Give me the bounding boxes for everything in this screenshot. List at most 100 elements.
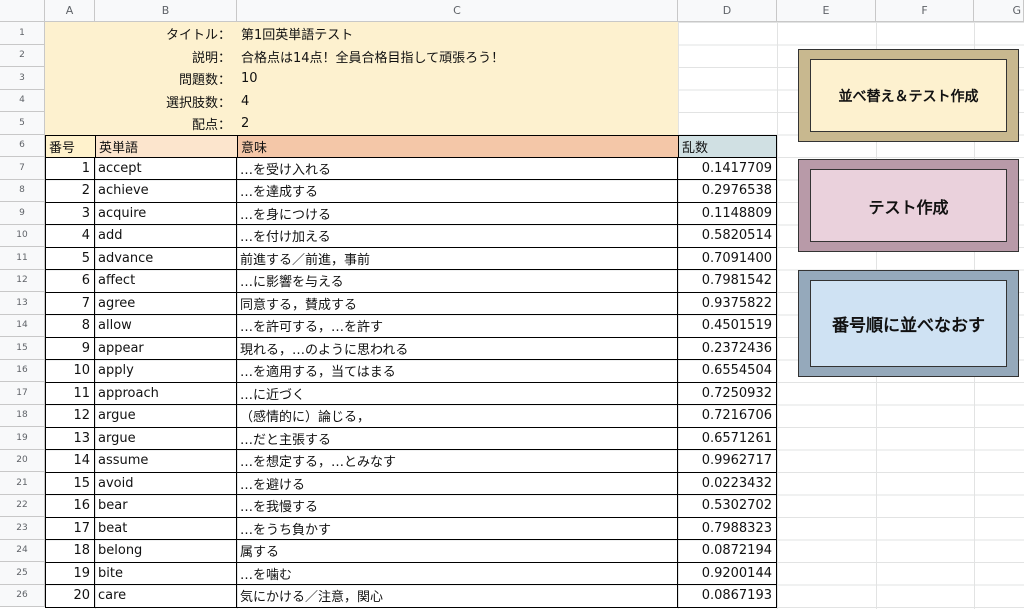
cell-meaning[interactable]: …だと主張する	[237, 427, 678, 450]
row-header[interactable]: 24	[0, 539, 45, 562]
cell-no[interactable]: 15	[45, 472, 95, 495]
row-header[interactable]: 9	[0, 202, 45, 225]
row-header[interactable]: 25	[0, 562, 45, 585]
cell-word[interactable]: care	[95, 585, 237, 608]
cell-word[interactable]: achieve	[95, 180, 237, 203]
cell-meaning[interactable]: …を許可する，…を許す	[237, 315, 678, 338]
cell-meaning[interactable]: 現れる，…のように思われる	[237, 337, 678, 360]
cell-random[interactable]: 0.6554504	[678, 360, 777, 383]
cell-word[interactable]: bear	[95, 495, 237, 518]
cell-random[interactable]: 0.2976538	[678, 180, 777, 203]
info-value-title[interactable]: 第1回英単語テスト	[237, 22, 678, 45]
cell-meaning[interactable]: 気にかける／注意，関心	[237, 585, 678, 608]
cell-word[interactable]: beat	[95, 517, 237, 540]
cell-random[interactable]: 0.9962717	[678, 450, 777, 473]
row-header[interactable]: 14	[0, 314, 45, 337]
cell-word[interactable]: avoid	[95, 472, 237, 495]
cell-random[interactable]: 0.9375822	[678, 292, 777, 315]
row-header[interactable]: 12	[0, 269, 45, 292]
column-header-b[interactable]: B	[95, 0, 237, 22]
cell-random[interactable]: 0.5820514	[678, 225, 777, 248]
row-header[interactable]: 22	[0, 494, 45, 517]
cell-meaning[interactable]: …を達成する	[237, 180, 678, 203]
column-header-e[interactable]: E	[777, 0, 876, 22]
cell-no[interactable]: 18	[45, 540, 95, 563]
row-header[interactable]: 8	[0, 179, 45, 202]
cell-random[interactable]: 0.7988323	[678, 517, 777, 540]
cell-no[interactable]: 8	[45, 315, 95, 338]
cell-no[interactable]: 5	[45, 247, 95, 270]
cell-random[interactable]: 0.7216706	[678, 405, 777, 428]
row-header[interactable]: 20	[0, 449, 45, 472]
cell-no[interactable]: 1	[45, 157, 95, 180]
cell-no[interactable]: 13	[45, 427, 95, 450]
table-header-random[interactable]: 乱数	[678, 135, 777, 158]
cell-meaning[interactable]: …を避ける	[237, 472, 678, 495]
row-header[interactable]: 4	[0, 89, 45, 112]
row-header[interactable]: 23	[0, 517, 45, 540]
table-header-no[interactable]: 番号	[45, 135, 96, 158]
cell-meaning[interactable]: …を身につける	[237, 202, 678, 225]
cell-word[interactable]: assume	[95, 450, 237, 473]
row-header[interactable]: 17	[0, 382, 45, 405]
cell-meaning[interactable]: …をうち負かす	[237, 517, 678, 540]
row-header[interactable]: 16	[0, 359, 45, 382]
info-value-question-count[interactable]: 10	[237, 67, 678, 90]
cell-meaning[interactable]: …を噛む	[237, 562, 678, 585]
cell-meaning[interactable]: …に近づく	[237, 382, 678, 405]
cell-word[interactable]: affect	[95, 270, 237, 293]
make-test-button[interactable]: テスト作成	[798, 159, 1019, 252]
cell-meaning[interactable]: …を受け入れる	[237, 157, 678, 180]
row-header[interactable]: 2	[0, 44, 45, 67]
cell-no[interactable]: 14	[45, 450, 95, 473]
cell-random[interactable]: 0.1148809	[678, 202, 777, 225]
row-header[interactable]: 10	[0, 224, 45, 247]
cell-no[interactable]: 9	[45, 337, 95, 360]
cell-word[interactable]: apply	[95, 360, 237, 383]
column-header-a[interactable]: A	[45, 0, 95, 22]
cell-meaning[interactable]: …を適用する，当てはまる	[237, 360, 678, 383]
cell-meaning[interactable]: …を想定する，…とみなす	[237, 450, 678, 473]
cell-word[interactable]: appear	[95, 337, 237, 360]
cell-random[interactable]: 0.0867193	[678, 585, 777, 608]
cell-meaning[interactable]: …に影響を与える	[237, 270, 678, 293]
cell-word[interactable]: acquire	[95, 202, 237, 225]
cell-meaning[interactable]: 属する	[237, 540, 678, 563]
cell-meaning[interactable]: 同意する，賛成する	[237, 292, 678, 315]
cell-word[interactable]: add	[95, 225, 237, 248]
row-header[interactable]: 13	[0, 292, 45, 315]
cell-no[interactable]: 7	[45, 292, 95, 315]
cell-no[interactable]: 20	[45, 585, 95, 608]
row-header[interactable]: 19	[0, 427, 45, 450]
cell-random[interactable]: 0.7250932	[678, 382, 777, 405]
cell-meaning[interactable]: 前進する／前進，事前	[237, 247, 678, 270]
cell-word[interactable]: approach	[95, 382, 237, 405]
row-header[interactable]: 7	[0, 157, 45, 180]
cell-random[interactable]: 0.7981542	[678, 270, 777, 293]
cell-word[interactable]: agree	[95, 292, 237, 315]
sort-and-make-test-button[interactable]: 並べ替え＆テスト作成	[798, 49, 1019, 142]
cell-random[interactable]: 0.7091400	[678, 247, 777, 270]
row-header[interactable]: 11	[0, 247, 45, 270]
cell-no[interactable]: 3	[45, 202, 95, 225]
cell-no[interactable]: 16	[45, 495, 95, 518]
cell-random[interactable]: 0.0223432	[678, 472, 777, 495]
info-value-choice-count[interactable]: 4	[237, 90, 678, 112]
row-header[interactable]: 6	[0, 134, 45, 157]
cell-word[interactable]: argue	[95, 427, 237, 450]
cell-no[interactable]: 2	[45, 180, 95, 203]
cell-random[interactable]: 0.5302702	[678, 495, 777, 518]
cell-no[interactable]: 12	[45, 405, 95, 428]
cell-random[interactable]: 0.9200144	[678, 562, 777, 585]
cell-meaning[interactable]: …を我慢する	[237, 495, 678, 518]
row-header[interactable]: 26	[0, 584, 45, 607]
cell-no[interactable]: 6	[45, 270, 95, 293]
cell-no[interactable]: 19	[45, 562, 95, 585]
cell-random[interactable]: 0.6571261	[678, 427, 777, 450]
cell-no[interactable]: 17	[45, 517, 95, 540]
row-header[interactable]: 21	[0, 472, 45, 495]
cell-word[interactable]: accept	[95, 157, 237, 180]
cell-random[interactable]: 0.2372436	[678, 337, 777, 360]
row-header[interactable]: 5	[0, 112, 45, 135]
cell-meaning[interactable]: …を付け加える	[237, 225, 678, 248]
